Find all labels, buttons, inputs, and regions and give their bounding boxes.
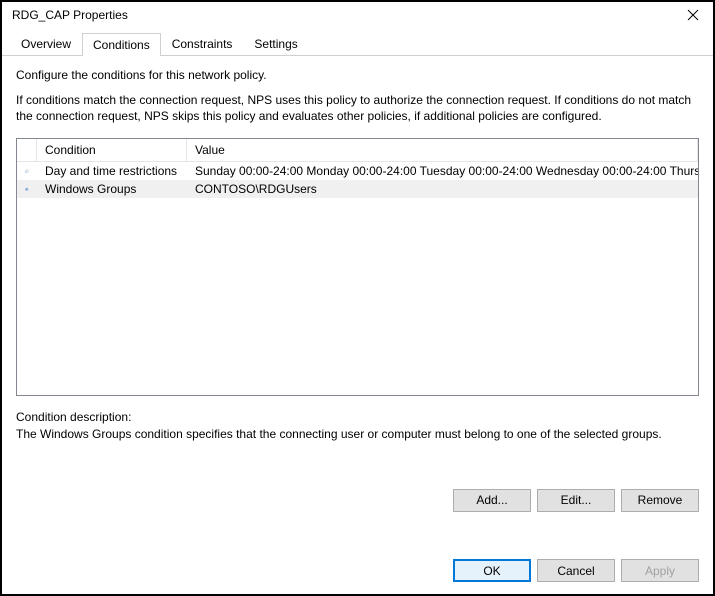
description-text: The Windows Groups condition specifies t… (16, 426, 699, 442)
description-label: Condition description: (16, 410, 699, 424)
row-condition: Day and time restrictions (37, 164, 187, 178)
close-icon (687, 9, 699, 21)
edit-button[interactable]: Edit... (537, 489, 615, 512)
tab-settings[interactable]: Settings (243, 32, 308, 55)
intro-primary: Configure the conditions for this networ… (16, 68, 699, 82)
row-icon (17, 163, 37, 179)
clock-icon (25, 163, 29, 179)
listview-body: Day and time restrictions Sunday 00:00-2… (17, 162, 698, 395)
remove-button[interactable]: Remove (621, 489, 699, 512)
tab-constraints[interactable]: Constraints (161, 32, 244, 55)
titlebar: RDG_CAP Properties (2, 2, 713, 28)
row-condition: Windows Groups (37, 182, 187, 196)
column-header-condition[interactable]: Condition (37, 139, 187, 161)
row-icon (17, 181, 37, 197)
add-button[interactable]: Add... (453, 489, 531, 512)
tabstrip: Overview Conditions Constraints Settings (2, 28, 713, 56)
row-value: CONTOSO\RDGUsers (187, 182, 698, 196)
intro-secondary: If conditions match the connection reque… (16, 92, 699, 124)
cancel-button[interactable]: Cancel (537, 559, 615, 582)
tab-content: Configure the conditions for this networ… (2, 56, 713, 551)
tab-overview[interactable]: Overview (10, 32, 82, 55)
row-value: Sunday 00:00-24:00 Monday 00:00-24:00 Tu… (187, 164, 698, 178)
tab-conditions[interactable]: Conditions (82, 33, 161, 56)
dialog-footer: OK Cancel Apply (2, 551, 713, 594)
conditions-listview[interactable]: Condition Value Day and time restriction… (16, 138, 699, 396)
group-icon (25, 181, 29, 197)
table-row[interactable]: Windows Groups CONTOSO\RDGUsers (17, 180, 698, 198)
apply-button[interactable]: Apply (621, 559, 699, 582)
listview-header: Condition Value (17, 139, 698, 162)
close-button[interactable] (673, 2, 713, 28)
window-title: RDG_CAP Properties (12, 8, 128, 22)
condition-button-row: Add... Edit... Remove (16, 489, 699, 512)
column-header-value[interactable]: Value (187, 139, 698, 161)
column-header-icon[interactable] (17, 139, 37, 161)
table-row[interactable]: Day and time restrictions Sunday 00:00-2… (17, 162, 698, 180)
ok-button[interactable]: OK (453, 559, 531, 582)
